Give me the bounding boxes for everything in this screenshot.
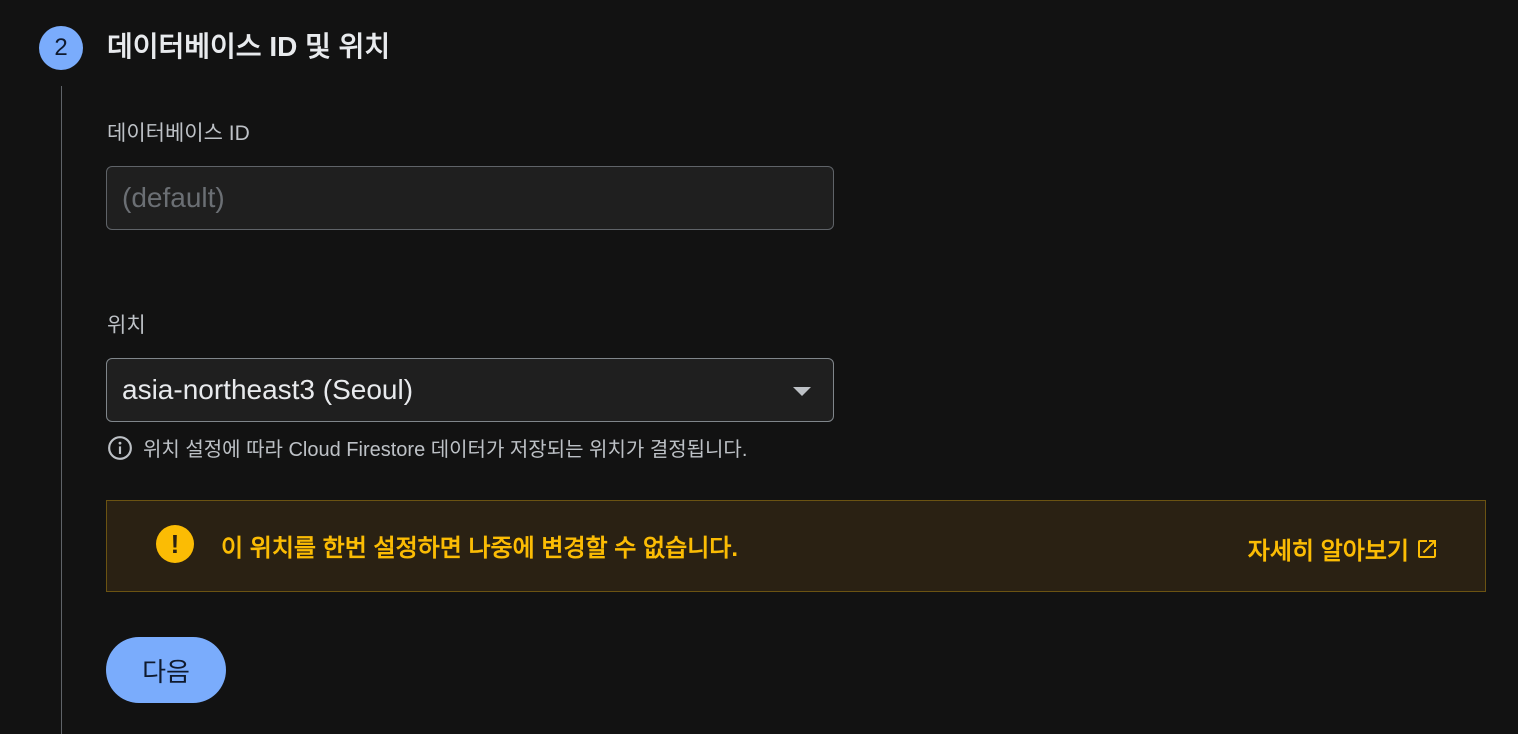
location-label: 위치 (107, 314, 146, 337)
learn-more-label: 자세히 알아보기 (1247, 538, 1409, 565)
learn-more-link[interactable]: 자세히 알아보기 (1248, 531, 1439, 566)
location-hint-text: 위치 설정에 따라 Cloud Firestore 데이터가 저장되는 위치가 … (143, 439, 748, 461)
step-title: 데이터베이스 ID 및 위치 (107, 31, 391, 62)
step-connector-line (61, 86, 62, 734)
open-in-new-icon (1418, 539, 1436, 558)
warning-icon: ! (156, 525, 194, 563)
database-id-field[interactable]: (default) (106, 166, 834, 230)
location-hint: 위치 설정에 따라 Cloud Firestore 데이터가 저장되는 위치가 … (107, 433, 747, 462)
location-select[interactable]: asia-northeast3 (Seoul) (106, 358, 834, 422)
step-number-badge: 2 (39, 26, 83, 70)
info-icon (108, 435, 132, 460)
dropdown-arrow-icon (793, 387, 811, 396)
warning-message: 이 위치를 한번 설정하면 나중에 변경할 수 없습니다. (221, 535, 739, 562)
database-id-placeholder: (default) (122, 182, 225, 213)
location-selected-value: asia-northeast3 (Seoul) (122, 374, 414, 405)
database-id-label: 데이터베이스 ID (107, 122, 250, 145)
warning-banner: ! 이 위치를 한번 설정하면 나중에 변경할 수 없습니다. 자세히 알아보기 (106, 500, 1486, 592)
next-button[interactable]: 다음 (106, 637, 226, 703)
database-setup-step: 2 데이터베이스 ID 및 위치 데이터베이스 ID (default) 위치 … (0, 0, 1518, 734)
